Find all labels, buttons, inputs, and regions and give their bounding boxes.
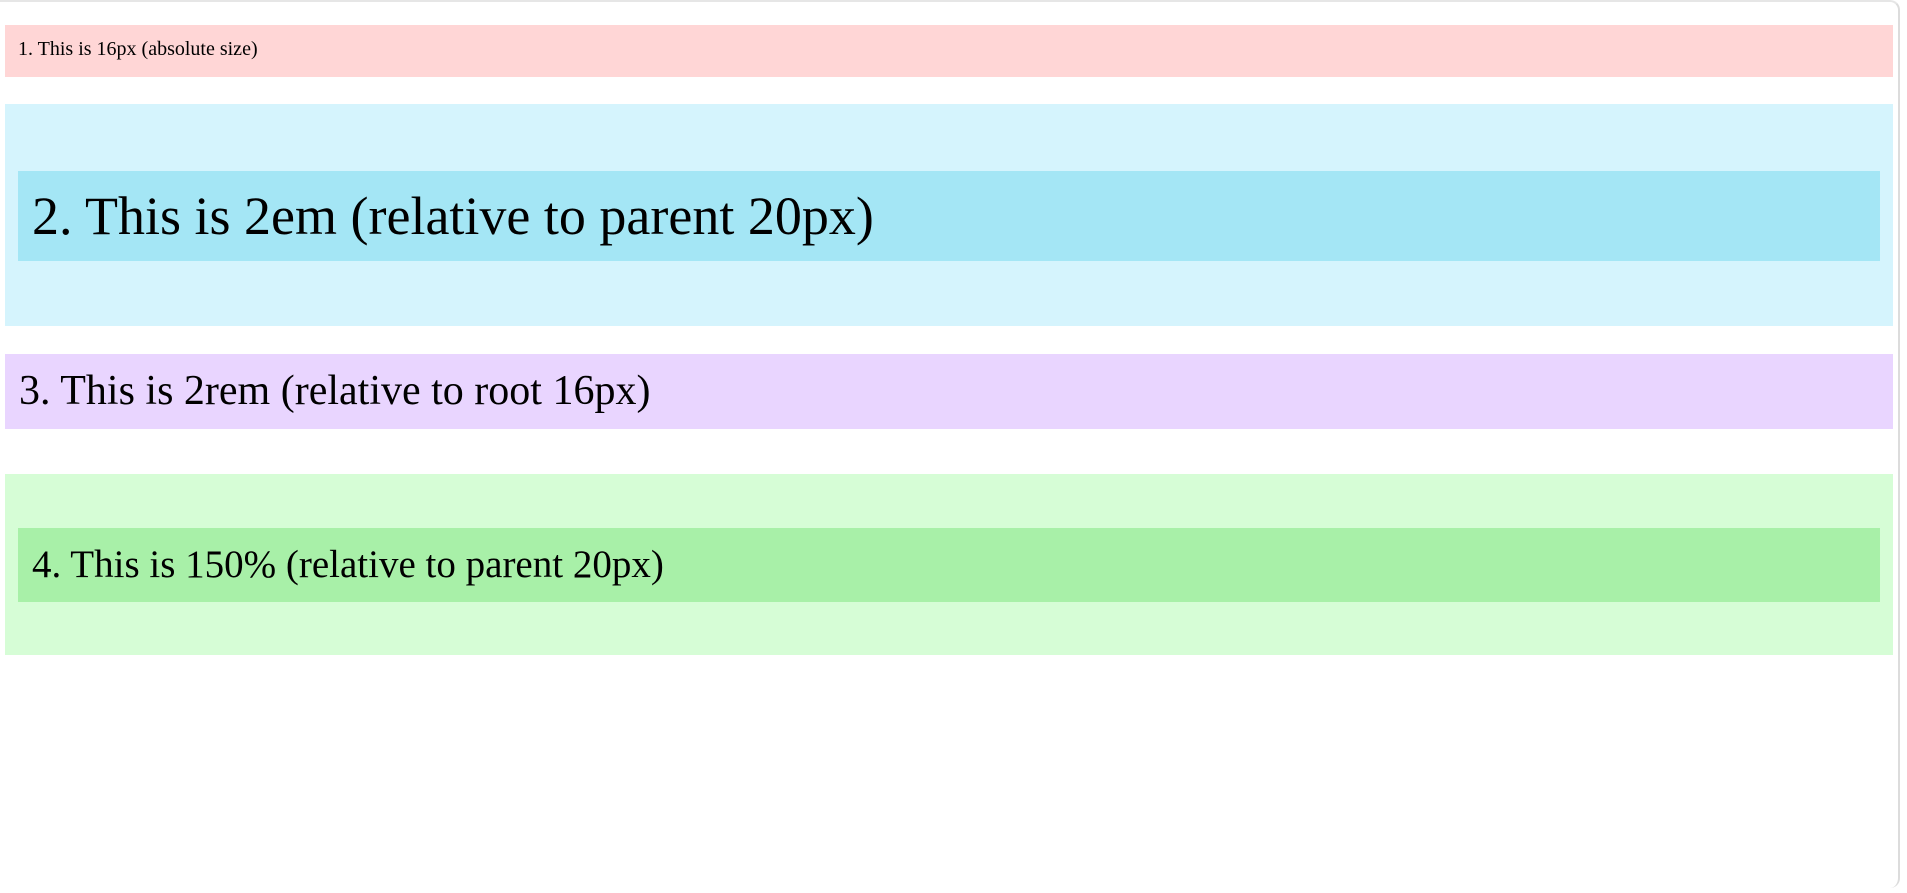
percent-size-text: 4. This is 150% (relative to parent 20px… [32, 543, 664, 586]
rem-size-example: 3. This is 2rem (relative to root 16px) [5, 354, 1893, 429]
rem-size-text: 3. This is 2rem (relative to root 16px) [19, 368, 651, 414]
absolute-size-text: 1. This is 16px (absolute size) [18, 38, 258, 60]
em-size-example: 2. This is 2em (relative to parent 20px) [18, 171, 1880, 261]
em-size-text: 2. This is 2em (relative to parent 20px) [32, 186, 874, 246]
em-parent-container: 2. This is 2em (relative to parent 20px) [5, 104, 1893, 326]
percent-size-example: 4. This is 150% (relative to parent 20px… [18, 528, 1880, 602]
percent-parent-container: 4. This is 150% (relative to parent 20px… [5, 474, 1893, 655]
absolute-size-example: 1. This is 16px (absolute size) [5, 25, 1893, 77]
